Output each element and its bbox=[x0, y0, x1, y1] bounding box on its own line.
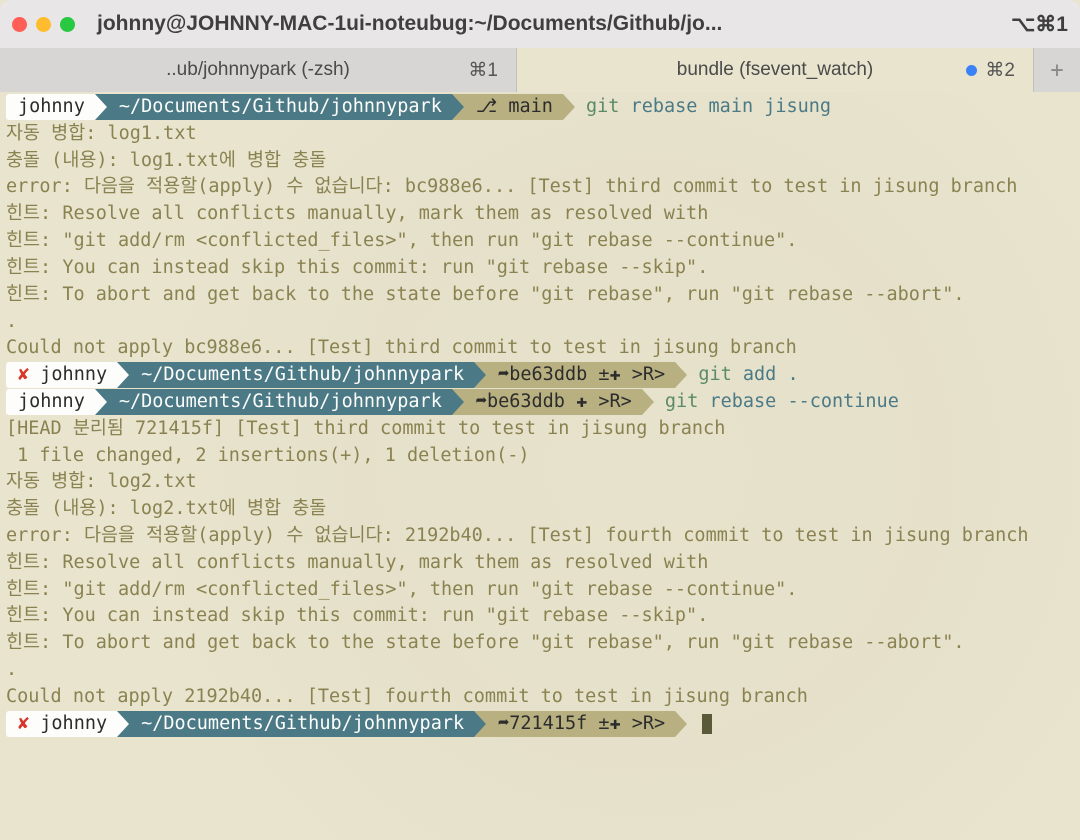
detached-icon bbox=[498, 364, 509, 385]
output-line: 충돌 (내용): log2.txt에 병합 충돌 bbox=[6, 496, 1074, 523]
hint-label: 힌트: bbox=[6, 257, 51, 278]
separator-icon bbox=[474, 362, 486, 388]
detached-icon bbox=[476, 391, 487, 412]
tab-label: bundle (fsevent_watch) bbox=[677, 59, 873, 81]
prompt-branch: main bbox=[464, 94, 563, 120]
hint-text: You can instead skip this commit: run "g… bbox=[51, 257, 708, 278]
prompt-path: ~/Documents/Github/johnnypark bbox=[129, 362, 474, 388]
detached-icon bbox=[498, 713, 509, 734]
prompt-3: johnny ~/Documents/Github/johnnypark be63d… bbox=[6, 391, 654, 412]
hint-label: 힌트: bbox=[6, 579, 51, 600]
tab-shortcut: ⌘2 bbox=[985, 59, 1015, 82]
git-state-text: be63ddb ±✚ >R> bbox=[509, 364, 665, 385]
tab-2[interactable]: bundle (fsevent_watch) ⌘2 bbox=[517, 48, 1034, 92]
separator-icon bbox=[675, 711, 687, 737]
output-line: Could not apply bc988e6... [Test] third … bbox=[6, 335, 1074, 362]
output-line: error: 다음을 적용할(apply) 수 없습니다: 2192b40...… bbox=[6, 523, 1074, 550]
separator-icon bbox=[117, 362, 129, 388]
prompt-user: johnny bbox=[6, 362, 117, 388]
cursor-icon bbox=[702, 714, 712, 734]
command-args: rebase main jisung bbox=[619, 96, 831, 117]
separator-icon bbox=[452, 389, 464, 415]
titlebar[interactable]: johnny@JOHNNY-MAC-1ui-noteubug:~/Documen… bbox=[0, 0, 1080, 48]
prompt-path: ~/Documents/Github/johnnypark bbox=[107, 389, 452, 415]
hint-text: To abort and get back to the state befor… bbox=[51, 632, 964, 653]
output-line: . bbox=[6, 657, 1074, 684]
terminal-body[interactable]: johnny~/Documents/Github/johnnyparkmain … bbox=[0, 92, 1080, 840]
command-args: add . bbox=[732, 364, 799, 385]
output-line: 자동 병합: log2.txt bbox=[6, 469, 1074, 496]
hint-text: "git add/rm <conflicted_files>", then ru… bbox=[51, 230, 797, 251]
close-icon[interactable] bbox=[12, 17, 27, 32]
zoom-icon[interactable] bbox=[60, 17, 75, 32]
activity-indicator-icon bbox=[966, 65, 977, 76]
tab-1[interactable]: ..ub/johnnypark (-zsh) ⌘1 bbox=[0, 48, 517, 92]
add-tab-button[interactable]: + bbox=[1034, 48, 1080, 92]
command-word: git bbox=[586, 96, 619, 117]
separator-icon bbox=[642, 389, 654, 415]
terminal-window: johnny@JOHNNY-MAC-1ui-noteubug:~/Documen… bbox=[0, 0, 1080, 840]
window-title: johnny@JOHNNY-MAC-1ui-noteubug:~/Documen… bbox=[97, 12, 1001, 36]
git-state-text: 721415f ±✚ >R> bbox=[509, 713, 665, 734]
hint-label: 힌트: bbox=[6, 230, 51, 251]
hint-label: 힌트: bbox=[6, 605, 51, 626]
output-line: . bbox=[6, 309, 1074, 336]
prompt-path: ~/Documents/Github/johnnypark bbox=[107, 94, 452, 120]
branch-icon bbox=[476, 96, 508, 117]
prompt-1: johnny ~/Documents/Github/johnnypark main bbox=[6, 96, 575, 117]
prompt-user: johnny bbox=[6, 389, 95, 415]
output-line: error: 다음을 적용할(apply) 수 없습니다: bc988e6...… bbox=[6, 174, 1074, 201]
output-line: 자동 병합: log1.txt bbox=[6, 121, 1074, 148]
command-args: rebase --continue bbox=[698, 391, 898, 412]
window-shortcut: ⌥⌘1 bbox=[1011, 12, 1068, 37]
separator-icon bbox=[95, 389, 107, 415]
output-line: [HEAD 분리됨 721415f] [Test] third commit t… bbox=[6, 416, 1074, 443]
prompt-git-state: 721415f ±✚ >R> bbox=[486, 711, 675, 737]
tab-shortcut: ⌘1 bbox=[468, 59, 498, 82]
command-word: git bbox=[698, 364, 731, 385]
prompt-4: johnny ~/Documents/Github/johnnypark 72141… bbox=[6, 713, 687, 734]
hint-text: "git add/rm <conflicted_files>", then ru… bbox=[51, 579, 797, 600]
hint-text: To abort and get back to the state befor… bbox=[51, 284, 964, 305]
hint-text: You can instead skip this commit: run "g… bbox=[51, 605, 708, 626]
tab-bar: ..ub/johnnypark (-zsh) ⌘1 bundle (fseven… bbox=[0, 48, 1080, 92]
prompt-git-state: be63ddb ±✚ >R> bbox=[486, 362, 675, 388]
git-state-text: be63ddb ✚ >R> bbox=[487, 391, 632, 412]
separator-icon bbox=[452, 94, 464, 120]
separator-icon bbox=[117, 711, 129, 737]
output-line: 1 file changed, 2 insertions(+), 1 delet… bbox=[6, 443, 1074, 470]
prompt-user: johnny bbox=[6, 711, 117, 737]
prompt-path: ~/Documents/Github/johnnypark bbox=[129, 711, 474, 737]
separator-icon bbox=[563, 94, 575, 120]
traffic-lights bbox=[12, 17, 75, 32]
command-word: git bbox=[665, 391, 698, 412]
hint-text: Resolve all conflicts manually, mark the… bbox=[51, 203, 708, 224]
separator-icon bbox=[474, 711, 486, 737]
prompt-2: johnny ~/Documents/Github/johnnypark be63d… bbox=[6, 364, 687, 385]
output-line: Could not apply 2192b40... [Test] fourth… bbox=[6, 684, 1074, 711]
minimize-icon[interactable] bbox=[36, 17, 51, 32]
hint-text: Resolve all conflicts manually, mark the… bbox=[51, 552, 708, 573]
hint-label: 힌트: bbox=[6, 203, 51, 224]
hint-label: 힌트: bbox=[6, 552, 51, 573]
branch-name: main bbox=[508, 96, 553, 117]
hint-label: 힌트: bbox=[6, 284, 51, 305]
prompt-user: johnny bbox=[6, 94, 95, 120]
separator-icon bbox=[95, 94, 107, 120]
prompt-git-state: be63ddb ✚ >R> bbox=[464, 389, 642, 415]
tab-label: ..ub/johnnypark (-zsh) bbox=[166, 59, 350, 81]
output-line: 충돌 (내용): log1.txt에 병합 충돌 bbox=[6, 148, 1074, 175]
separator-icon bbox=[675, 362, 687, 388]
hint-label: 힌트: bbox=[6, 632, 51, 653]
